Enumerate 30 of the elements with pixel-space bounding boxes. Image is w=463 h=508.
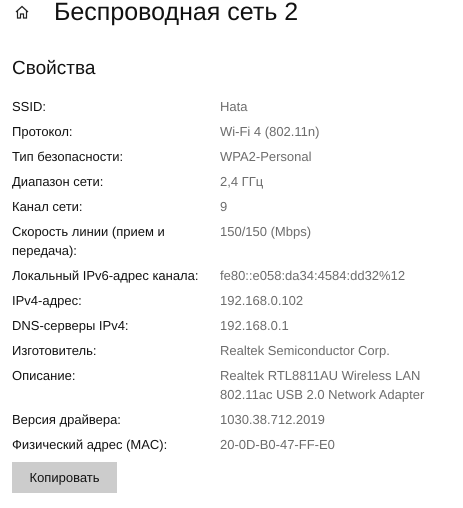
property-label: IPv4-адрес:	[12, 292, 83, 310]
property-label: Описание:	[12, 367, 76, 385]
property-value: Wi-Fi 4 (802.11n)	[220, 123, 320, 141]
property-label: Тип безопасности:	[12, 148, 124, 166]
property-value: 2,4 ГГц	[220, 173, 264, 191]
property-label: Канал сети:	[12, 198, 84, 216]
property-label: Изготовитель:	[12, 342, 98, 360]
property-label: Диапазон сети:	[12, 173, 104, 191]
property-label: SSID:	[12, 98, 47, 116]
property-value: Hata	[220, 98, 248, 116]
property-value: Realtek Semiconductor Corp.	[220, 342, 391, 360]
property-label: Протокол:	[12, 123, 74, 141]
property-value: Realtek RTL8811AU Wireless LAN 802.11ac USB 2.0 Network Adapter	[220, 367, 426, 404]
property-value: 1030.38.712.2019	[220, 411, 326, 429]
property-value: 192.168.0.102	[220, 292, 304, 310]
property-value: 9	[220, 198, 228, 216]
property-label: Версия драйвера:	[12, 411, 122, 429]
property-label: Скорость линии (прием и передача):	[12, 223, 166, 260]
property-value: 150/150 (Mbps)	[220, 223, 312, 241]
property-value: 20-0D-B0-47-FF-E0	[220, 436, 336, 454]
section-heading: Свойства	[12, 57, 96, 81]
page-title: Беспроводная сеть 2	[54, 0, 298, 24]
copy-button[interactable]: Копировать	[12, 462, 117, 493]
property-label: Локальный IPv6-адрес канала:	[12, 267, 200, 285]
home-icon[interactable]	[14, 4, 30, 20]
property-value: fe80::e058:da34:4584:dd32%12	[220, 267, 406, 285]
property-label: DNS-серверы IPv4:	[12, 317, 130, 335]
property-label: Физический адрес (MAC):	[12, 436, 168, 454]
property-value: 192.168.0.1	[220, 317, 290, 335]
property-value: WPA2-Personal	[220, 148, 313, 166]
